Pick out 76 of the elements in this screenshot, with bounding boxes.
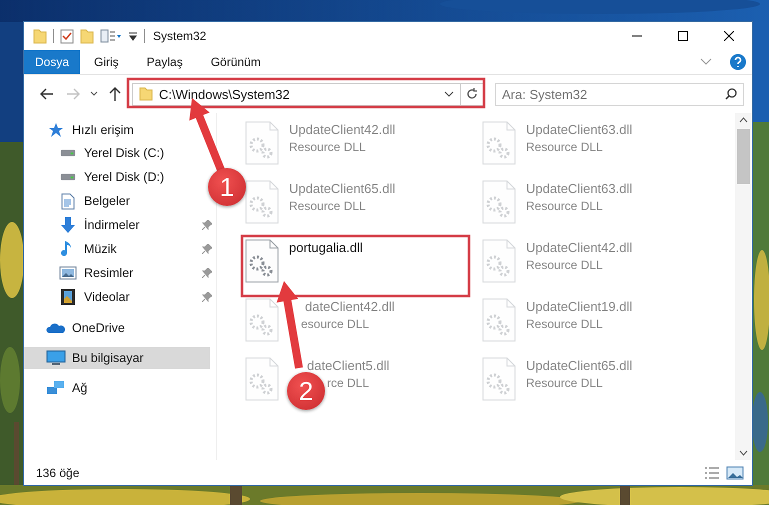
large-icons-view-icon[interactable] <box>726 466 744 480</box>
forward-arrow-icon <box>66 88 80 100</box>
address-field[interactable]: C:\Windows\System32 <box>132 82 484 106</box>
dropdown-icon[interactable] <box>444 91 454 97</box>
computer-icon <box>46 350 66 366</box>
window-title: System32 <box>153 29 206 43</box>
scroll-thumb[interactable] <box>737 129 750 184</box>
dll-file-icon <box>245 298 279 342</box>
cloud-icon <box>46 322 66 334</box>
minimize-icon <box>632 35 642 37</box>
checklist-icon[interactable] <box>60 28 74 44</box>
folder-icon <box>33 28 47 44</box>
network-icon <box>46 380 66 396</box>
drive-icon <box>59 173 77 181</box>
star-icon <box>48 122 64 138</box>
scrollbar[interactable] <box>735 113 752 460</box>
dll-file-icon <box>245 180 279 224</box>
dropdown-icon[interactable] <box>128 31 138 41</box>
scroll-up-icon[interactable] <box>739 117 748 123</box>
file-name[interactable]: portugalia.dll <box>289 240 363 255</box>
nav-item[interactable]: Videolar <box>24 285 198 309</box>
chevron-down-icon[interactable] <box>700 58 712 66</box>
file-type: Resource DLL <box>526 258 603 272</box>
image-icon <box>59 266 77 280</box>
file-type: Resource DLL <box>526 376 603 390</box>
ribbon-tab[interactable]: Paylaş <box>132 50 197 74</box>
pin-icon[interactable] <box>202 244 212 254</box>
file-type: Resource DLL <box>289 199 366 213</box>
search-field[interactable]: Ara: System32 <box>495 82 744 106</box>
dll-file-icon <box>245 357 279 401</box>
help-icon[interactable] <box>730 54 746 70</box>
nav-item[interactable]: Resimler <box>24 261 198 285</box>
file-type: Resource DLL <box>526 140 603 154</box>
item-count: 136 öğe <box>36 466 80 480</box>
film-icon <box>60 288 76 306</box>
nav-item[interactable]: Yerel Disk (D:) <box>24 165 198 189</box>
document-icon <box>61 192 75 210</box>
search-icon <box>725 88 737 100</box>
dll-file-icon <box>482 121 516 165</box>
nav-item[interactable]: İndirmeler <box>24 213 198 237</box>
file-type: esource DLL <box>301 317 370 331</box>
ribbon-tab[interactable]: Görünüm <box>196 50 275 74</box>
nav-item[interactable]: Belgeler <box>24 189 198 213</box>
file-type: rce DLL <box>327 376 370 390</box>
properties-icon[interactable] <box>100 29 122 43</box>
nav-item[interactable]: Ağ <box>24 377 198 399</box>
dll-file-icon <box>245 239 279 283</box>
nav-item[interactable]: Yerel Disk (C:) <box>24 141 198 165</box>
ribbon-tab[interactable]: Giriş <box>80 50 133 74</box>
ribbon-tab[interactable]: Dosya <box>24 50 80 74</box>
dll-file-icon <box>245 121 279 165</box>
file-type: Resource DLL <box>526 199 603 213</box>
nav-item[interactable]: OneDrive <box>24 317 198 339</box>
pin-icon[interactable] <box>202 268 212 278</box>
nav-item[interactable]: Bu bilgisayar <box>24 347 210 369</box>
nav-item[interactable]: Hızlı erişim <box>24 119 198 141</box>
drive-icon <box>59 149 77 157</box>
dll-file-icon <box>482 298 516 342</box>
up-arrow-icon <box>109 87 121 101</box>
maximize-icon <box>678 31 688 41</box>
nav-item[interactable]: Müzik <box>24 237 198 261</box>
close-icon <box>724 31 734 41</box>
details-view-icon[interactable] <box>704 466 720 480</box>
refresh-icon[interactable] <box>466 88 478 100</box>
dll-file-icon <box>482 239 516 283</box>
chevron-down-icon <box>90 91 98 97</box>
dll-file-icon <box>482 180 516 224</box>
dll-file-icon <box>482 357 516 401</box>
pin-icon[interactable] <box>202 220 212 230</box>
file-type: Resource DLL <box>289 140 366 154</box>
download-icon <box>60 216 76 234</box>
scroll-down-icon[interactable] <box>739 450 748 456</box>
file-type: Resource DLL <box>526 317 603 331</box>
pin-icon[interactable] <box>202 292 212 302</box>
folder-icon <box>139 87 153 101</box>
back-arrow-icon <box>40 88 54 100</box>
